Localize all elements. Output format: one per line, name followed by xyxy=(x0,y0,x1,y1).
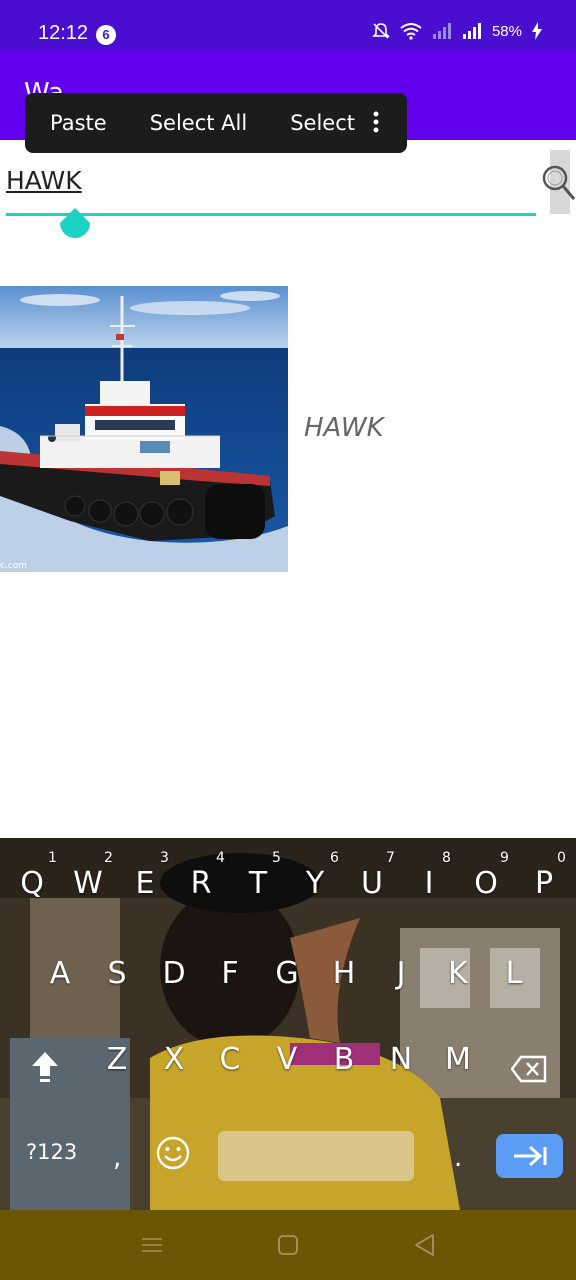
key-hint-7: 7 xyxy=(386,850,395,866)
text-context-menu: Paste Select All Select xyxy=(25,93,407,153)
key-i[interactable]: I xyxy=(401,866,457,901)
key-z[interactable]: Z xyxy=(89,1042,145,1077)
key-d[interactable]: D xyxy=(146,956,202,991)
enter-button[interactable] xyxy=(496,1134,563,1178)
key-o[interactable]: O xyxy=(458,866,514,901)
key-w[interactable]: W xyxy=(60,866,116,901)
search-input[interactable]: HAWK xyxy=(6,166,82,195)
image-watermark: c.com xyxy=(0,561,27,571)
key-y[interactable]: Y xyxy=(287,866,343,901)
key-hint-3: 3 xyxy=(160,850,169,866)
comma-key[interactable]: , xyxy=(113,1143,121,1173)
key-hint-0: 0 xyxy=(557,850,566,866)
key-r[interactable]: R xyxy=(173,866,229,901)
key-e[interactable]: E xyxy=(117,866,173,901)
signal-weak-icon xyxy=(432,23,451,39)
key-s[interactable]: S xyxy=(89,956,145,991)
signal-icon xyxy=(462,23,481,39)
more-options-icon[interactable] xyxy=(373,110,379,134)
wifi-icon xyxy=(400,23,422,40)
shift-icon[interactable] xyxy=(30,1050,60,1084)
home-icon[interactable] xyxy=(277,1234,299,1256)
key-f[interactable]: F xyxy=(202,956,258,991)
key-m[interactable]: M xyxy=(430,1042,486,1077)
key-b[interactable]: B xyxy=(316,1042,372,1077)
key-hint-8: 8 xyxy=(442,850,451,866)
key-l[interactable]: L xyxy=(486,956,542,991)
search-icon[interactable] xyxy=(540,162,576,202)
result-title[interactable]: HAWK xyxy=(304,413,384,443)
symbols-key[interactable]: ?123 xyxy=(26,1140,77,1164)
notification-badge: 6 xyxy=(96,25,116,45)
keyboard: 1 2 3 4 5 6 7 8 9 0 Q W E R T Y U I O P … xyxy=(0,838,576,1210)
key-x[interactable]: X xyxy=(146,1042,202,1077)
key-hint-5: 5 xyxy=(272,850,281,866)
key-n[interactable]: N xyxy=(373,1042,429,1077)
battery-percent: 58% xyxy=(491,22,522,40)
select-button[interactable]: Select xyxy=(265,111,355,135)
navigation-bar xyxy=(0,1210,576,1280)
back-icon[interactable] xyxy=(413,1233,435,1257)
key-v[interactable]: V xyxy=(259,1042,315,1077)
emoji-icon[interactable] xyxy=(156,1136,190,1170)
select-all-button[interactable]: Select All xyxy=(125,111,248,135)
status-bar: 12:12 6 58% xyxy=(0,0,576,50)
backspace-icon[interactable] xyxy=(511,1055,547,1083)
key-c[interactable]: C xyxy=(202,1042,258,1077)
key-u[interactable]: U xyxy=(344,866,400,901)
key-hint-9: 9 xyxy=(500,850,509,866)
key-t[interactable]: T xyxy=(230,866,286,901)
key-hint-2: 2 xyxy=(104,850,113,866)
status-icons: 58% xyxy=(372,22,542,40)
mute-bell-icon xyxy=(372,23,390,39)
tab-arrow-icon xyxy=(514,1145,547,1167)
status-time: 12:12 xyxy=(38,22,89,44)
key-g[interactable]: G xyxy=(259,956,315,991)
menu-icon[interactable] xyxy=(141,1234,163,1256)
key-k[interactable]: K xyxy=(430,956,486,991)
key-a[interactable]: A xyxy=(32,956,88,991)
key-q[interactable]: Q xyxy=(4,866,60,901)
paste-button[interactable]: Paste xyxy=(25,111,107,135)
key-h[interactable]: H xyxy=(316,956,372,991)
key-j[interactable]: J xyxy=(373,956,429,991)
charging-icon xyxy=(532,22,542,40)
key-p[interactable]: P xyxy=(516,866,572,901)
tugboat-image[interactable]: c.com xyxy=(0,286,288,572)
text-cursor-handle[interactable] xyxy=(60,208,90,238)
key-hint-1: 1 xyxy=(48,850,57,866)
key-hint-4: 4 xyxy=(216,850,225,866)
space-bar[interactable] xyxy=(218,1131,414,1181)
key-hint-6: 6 xyxy=(330,850,339,866)
period-key[interactable]: . xyxy=(454,1143,462,1173)
